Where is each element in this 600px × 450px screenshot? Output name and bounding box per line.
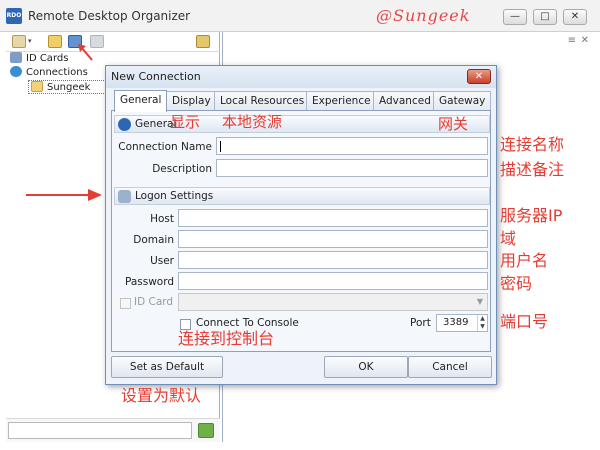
id-card-select[interactable]: ▼ <box>178 293 488 311</box>
user-label: User <box>150 255 174 267</box>
info-icon <box>118 118 131 131</box>
general-tab-panel: General Connection Name Description Logo… <box>111 110 491 352</box>
annotation-connection-name: 连接名称 <box>500 135 565 154</box>
port-label: Port <box>410 317 431 329</box>
watermark-text: @Sungeek <box>376 6 471 25</box>
close-button[interactable]: ✕ <box>563 9 587 25</box>
spin-arrows-icon[interactable]: ▲ ▼ <box>477 315 487 331</box>
quick-connect-bar <box>6 418 220 442</box>
pin-icon[interactable]: ≡ <box>568 35 576 46</box>
app-logo: RDO <box>6 8 22 24</box>
maximize-button[interactable]: □ <box>533 9 557 25</box>
logon-group-header: Logon Settings <box>114 187 490 205</box>
id-cards-icon <box>10 52 22 63</box>
tab-local-resources[interactable]: Local Resources <box>214 91 311 111</box>
password-label: Password <box>124 276 174 288</box>
connection-name-input[interactable] <box>216 137 488 155</box>
annotation-domain: 域 <box>500 229 517 248</box>
app-title: Remote Desktop Organizer <box>28 9 191 23</box>
text-caret <box>220 141 221 152</box>
logon-group-title: Logon Settings <box>135 190 214 202</box>
ok-button[interactable]: OK <box>324 356 408 378</box>
id-card-checkbox[interactable] <box>120 298 131 309</box>
description-input[interactable] <box>216 159 488 177</box>
user-icon <box>118 190 131 203</box>
annotation-username: 用户名 <box>500 251 549 270</box>
domain-input[interactable] <box>178 230 488 248</box>
password-input[interactable] <box>178 272 488 290</box>
annotation-local-resources: 本地资源 <box>222 113 283 131</box>
annotation-arrow-toolbar <box>78 44 93 61</box>
tab-advanced[interactable]: Advanced <box>373 91 437 111</box>
annotation-password: 密码 <box>500 274 533 293</box>
dialog-title-bar: New Connection ✕ <box>106 66 496 88</box>
domain-label: Domain <box>133 234 174 246</box>
panel-close-icon[interactable]: ✕ <box>581 35 589 46</box>
annotation-connect-console: 连接到控制台 <box>178 329 275 348</box>
annotation-arrow-logon <box>26 189 102 201</box>
connection-tree: ID Cards Connections Sungeek <box>10 52 112 94</box>
description-label: Description <box>152 163 212 175</box>
annotation-set-default: 设置为默认 <box>121 386 202 405</box>
connect-to-console-label: Connect To Console <box>196 317 299 329</box>
tree-item-connections[interactable]: Connections <box>10 66 112 80</box>
new-connection-dialog: New Connection ✕ General Display Local R… <box>105 65 497 385</box>
annotation-gateway: 网关 <box>438 115 469 133</box>
globe-icon <box>10 66 22 77</box>
quick-connect-button[interactable] <box>198 423 214 438</box>
lock-icon[interactable] <box>196 35 210 48</box>
port-stepper[interactable]: 3389 ▲ ▼ <box>436 314 488 332</box>
tab-display[interactable]: Display <box>166 91 217 111</box>
folder-icon <box>31 81 43 92</box>
annotation-description: 描述备注 <box>500 160 565 179</box>
new-menu-icon[interactable] <box>12 35 26 48</box>
set-as-default-button[interactable]: Set as Default <box>111 356 223 378</box>
tree-item-id-cards[interactable]: ID Cards <box>10 52 112 66</box>
tree-item-sungeek[interactable]: Sungeek <box>28 80 112 94</box>
dialog-title: New Connection <box>111 70 201 83</box>
host-input[interactable] <box>178 209 488 227</box>
annotation-port: 端口号 <box>500 312 549 331</box>
annotation-server-ip: 服务器IP <box>500 206 563 225</box>
annotation-display: 显示 <box>170 113 201 131</box>
tab-experience[interactable]: Experience <box>306 91 377 111</box>
chevron-down-icon: ▼ <box>476 297 483 306</box>
connection-name-label: Connection Name <box>118 141 212 153</box>
user-input[interactable] <box>178 251 488 269</box>
tab-general[interactable]: General <box>114 90 168 112</box>
quick-connect-input[interactable] <box>8 422 192 439</box>
dialog-close-button[interactable]: ✕ <box>467 69 491 84</box>
host-label: Host <box>150 213 174 225</box>
id-card-label: ID Card <box>134 296 174 308</box>
main-title-bar: RDO Remote Desktop Organizer @Sungeek — … <box>0 0 600 32</box>
tab-gateway[interactable]: Gateway <box>433 91 492 111</box>
cancel-button[interactable]: Cancel <box>408 356 492 378</box>
chevron-down-icon[interactable]: ▾ <box>28 37 34 50</box>
toolbar: ▾ <box>6 32 220 52</box>
minimize-button[interactable]: — <box>503 9 527 25</box>
port-value: 3389 <box>443 317 469 328</box>
new-folder-icon[interactable] <box>48 35 62 48</box>
